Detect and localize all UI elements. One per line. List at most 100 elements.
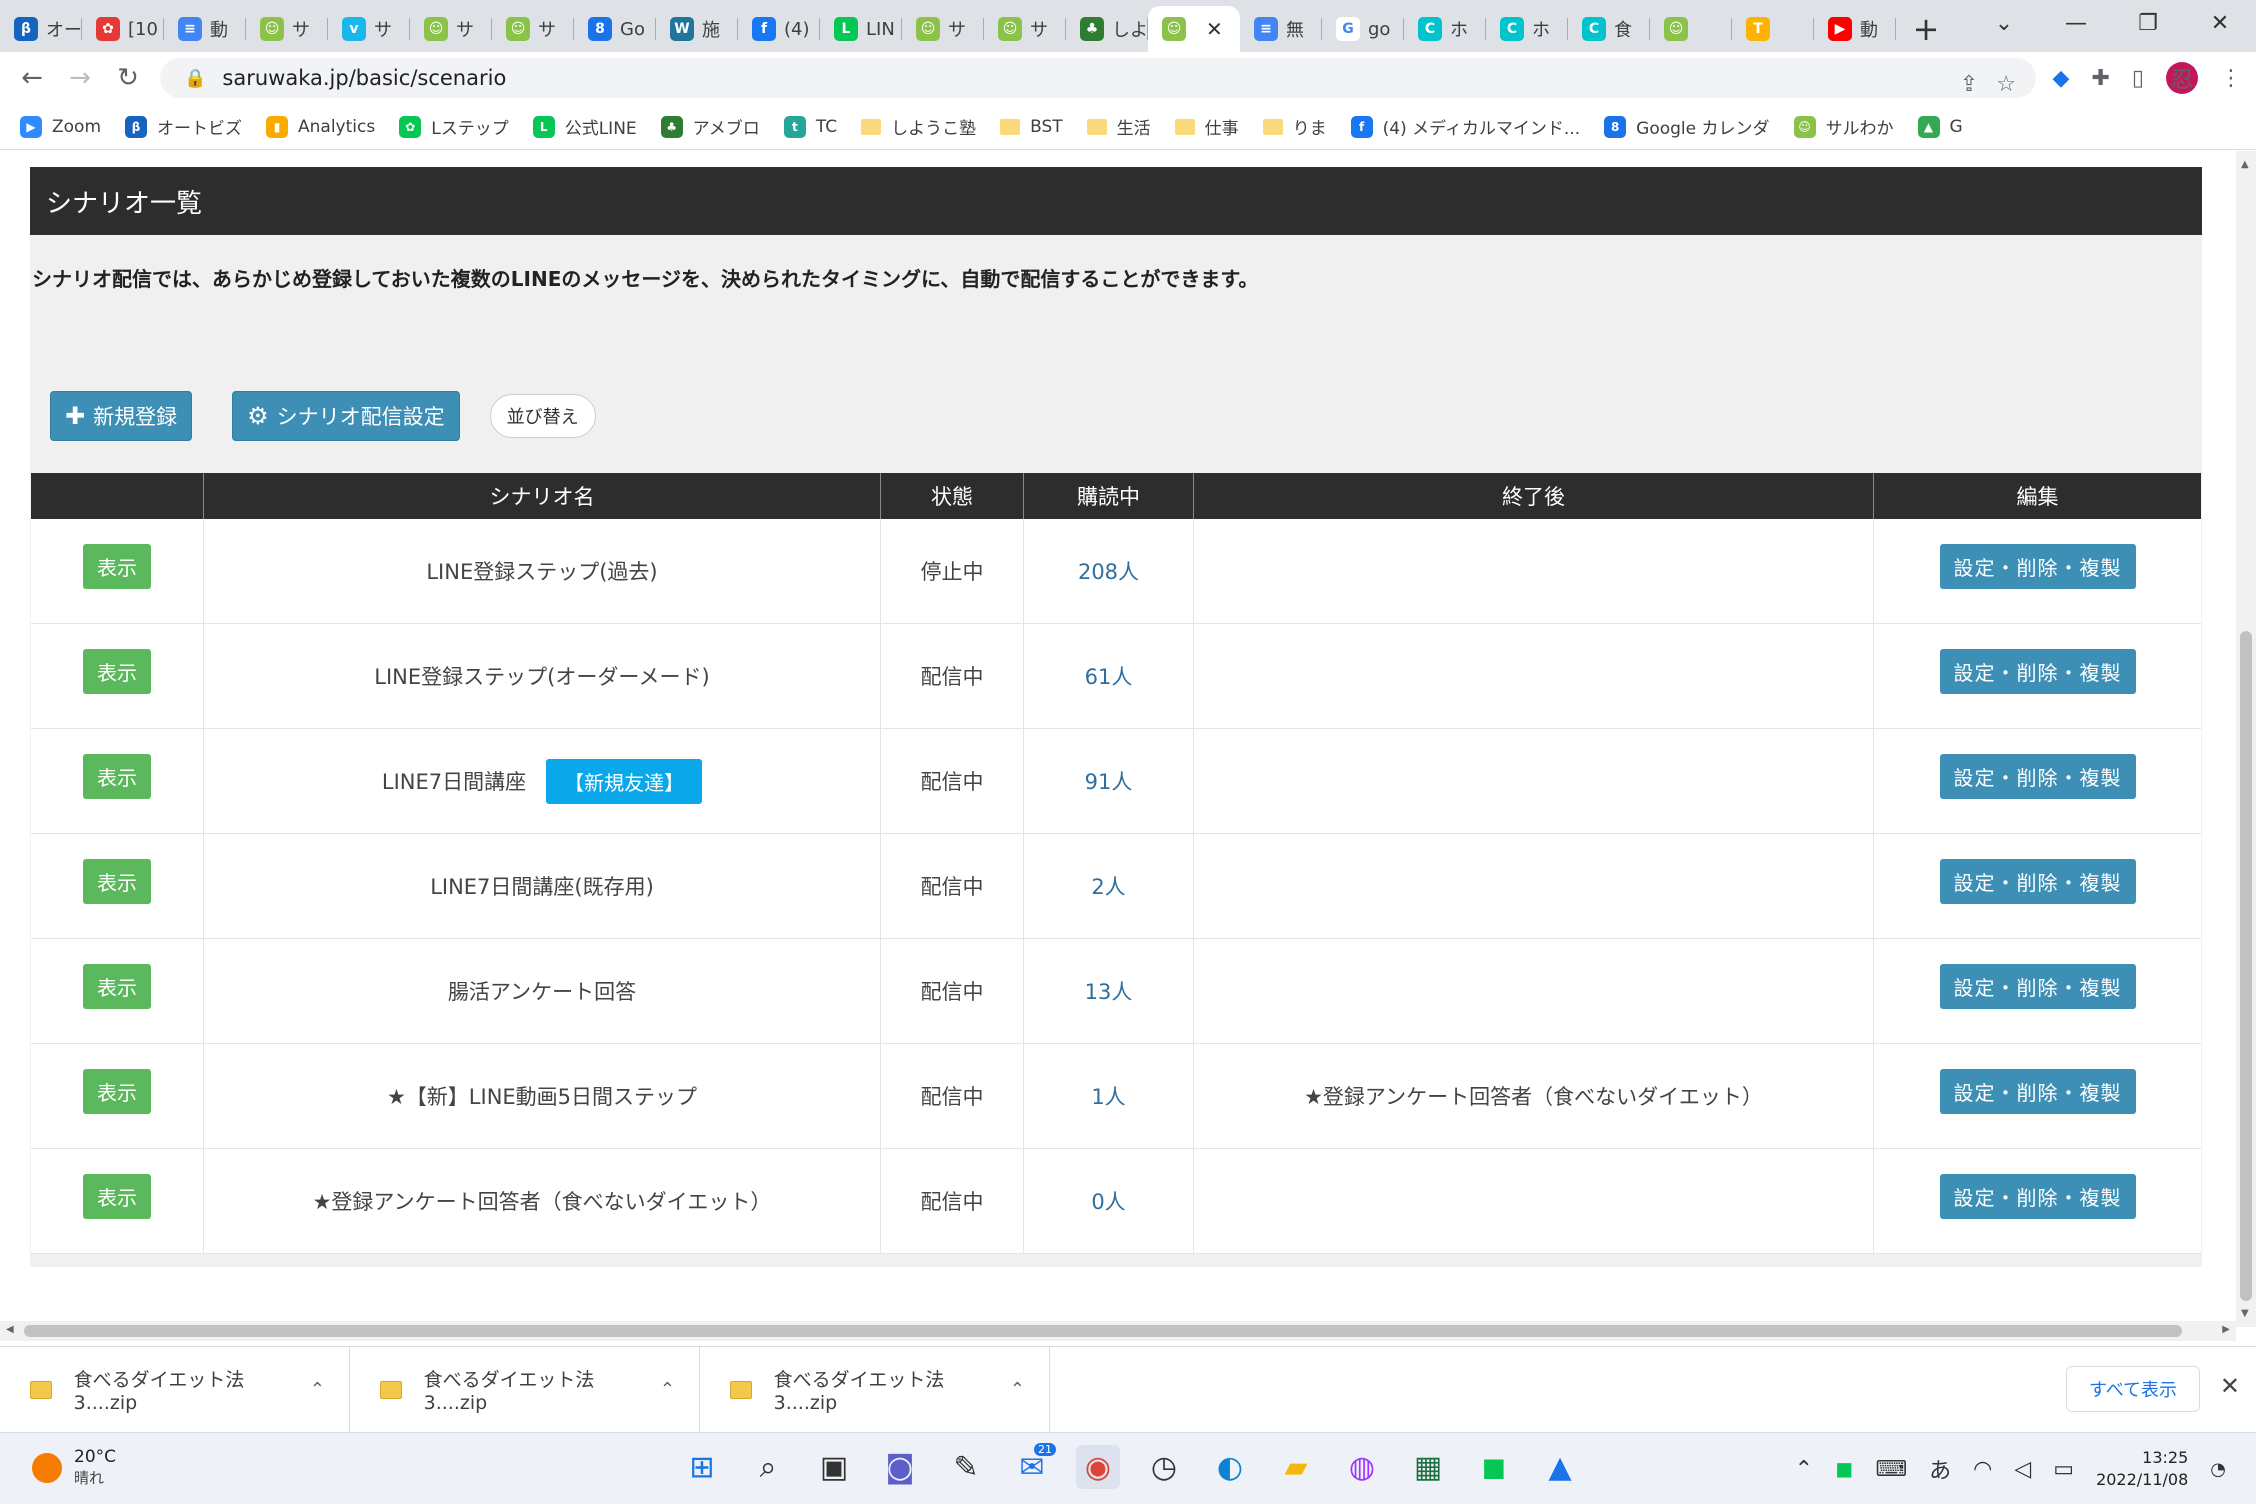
ime-indicator[interactable]: あ <box>1929 1453 1951 1485</box>
browser-tab[interactable]: T <box>1732 6 1814 52</box>
browser-tab[interactable]: ☺ サ <box>984 6 1066 52</box>
bookmark-item[interactable]: 生活 <box>1086 114 1151 139</box>
view-button[interactable]: 表示 <box>83 858 151 904</box>
bookmark-item[interactable]: りま <box>1262 114 1327 139</box>
browser-tab[interactable]: ☺ サ <box>492 6 574 52</box>
chevron-up-icon[interactable]: ⌃ <box>660 1379 675 1400</box>
chrome-icon[interactable]: ◉ <box>1076 1445 1120 1489</box>
tab-search-icon[interactable]: ⌄ <box>1968 0 2040 46</box>
scroll-right-icon[interactable]: ▶ <box>2222 1324 2230 1335</box>
edit-button[interactable]: 設定・削除・複製 <box>1939 1173 2136 1219</box>
view-button[interactable]: 表示 <box>83 1068 151 1114</box>
chevron-up-icon[interactable]: ⌃ <box>1795 1457 1813 1482</box>
browser-tab[interactable]: L LIN <box>820 6 902 52</box>
avatar[interactable]: 忍 <box>2166 62 2198 94</box>
vertical-scroll-thumb[interactable] <box>2240 631 2252 1301</box>
edit-button[interactable]: 設定・削除・複製 <box>1939 543 2136 589</box>
volume-icon[interactable]: ◁ <box>2014 1457 2031 1482</box>
scroll-down-icon[interactable]: ▼ <box>2241 1308 2249 1319</box>
browser-tab[interactable]: ≡ 無 <box>1240 6 1322 52</box>
menu-icon[interactable]: ⋮ <box>2220 66 2242 91</box>
bookmark-item[interactable]: 8 Google カレンダ <box>1604 114 1770 139</box>
vertical-scrollbar[interactable]: ▲ ▼ <box>2236 151 2256 1327</box>
extension-icon[interactable]: ◆ <box>2053 66 2070 91</box>
notification-icon[interactable]: ◔ <box>2210 1459 2226 1480</box>
wifi-icon[interactable]: ◠ <box>1973 1457 1992 1482</box>
file-explorer-icon[interactable]: ▰ <box>1274 1445 1318 1489</box>
bookmark-item[interactable]: ▮ Analytics <box>266 115 375 138</box>
search-icon[interactable]: ⌕ <box>746 1445 790 1489</box>
browser-tab[interactable]: f (4) <box>738 6 820 52</box>
chevron-up-icon[interactable]: ⌃ <box>310 1379 325 1400</box>
scroll-up-icon[interactable]: ▲ <box>2241 159 2249 170</box>
subscriber-count-link[interactable]: 0人 <box>1091 1186 1125 1216</box>
close-tab-icon[interactable]: ✕ <box>1206 17 1223 41</box>
edit-button[interactable]: 設定・削除・複製 <box>1939 1068 2136 1114</box>
clock-app-icon[interactable]: ◷ <box>1142 1445 1186 1489</box>
subscriber-count-link[interactable]: 2人 <box>1091 871 1125 901</box>
close-downloads-icon[interactable]: ✕ <box>2220 1372 2240 1400</box>
subscriber-count-link[interactable]: 61人 <box>1085 661 1133 691</box>
line-tray-icon[interactable]: ◼ <box>1835 1457 1853 1482</box>
edit-button[interactable]: 設定・削除・複製 <box>1939 963 2136 1009</box>
bookmark-item[interactable]: ✿ Lステップ <box>399 114 509 139</box>
chat-icon[interactable]: ◙ <box>878 1445 922 1489</box>
show-all-downloads-button[interactable]: すべて表示 <box>2065 1366 2200 1412</box>
bookmark-item[interactable]: ♣ アメブロ <box>660 114 760 139</box>
view-button[interactable]: 表示 <box>83 648 151 694</box>
download-item[interactable]: 食べるダイエット法 3....zip ⌃ <box>700 1346 1050 1433</box>
bookmark-item[interactable]: ☺ サルわか <box>1793 114 1894 139</box>
bookmark-item[interactable]: 仕事 <box>1174 114 1239 139</box>
photos-icon[interactable]: ▲ <box>1538 1445 1582 1489</box>
battery-icon[interactable]: ▭ <box>2053 1457 2074 1482</box>
excel-icon[interactable]: ▦ <box>1406 1445 1450 1489</box>
bookmark-item[interactable]: L 公式LINE <box>532 114 637 139</box>
clock[interactable]: 13:25 2022/11/08 <box>2096 1447 2188 1491</box>
keyboard-icon[interactable]: ⌨ <box>1875 1457 1907 1482</box>
notepad-icon[interactable]: ✎ <box>944 1445 988 1489</box>
browser-tab[interactable]: ☺ サ <box>902 6 984 52</box>
browser-tab[interactable]: vサ <box>328 6 410 52</box>
edit-button[interactable]: 設定・削除・複製 <box>1939 858 2136 904</box>
share-icon[interactable]: ⇪ <box>1960 72 1978 97</box>
forward-button[interactable]: → <box>56 52 104 104</box>
line-app-icon[interactable]: ◼ <box>1472 1445 1516 1489</box>
scenario-settings-button[interactable]: ⚙ シナリオ配信設定 <box>232 391 460 441</box>
browser-tab[interactable]: ☺ サ <box>246 6 328 52</box>
browser-tab[interactable]: W施 <box>656 6 738 52</box>
download-item[interactable]: 食べるダイエット法 3....zip ⌃ <box>350 1346 700 1433</box>
side-panel-icon[interactable]: ▯ <box>2132 66 2144 91</box>
edge-icon[interactable]: ◐ <box>1208 1445 1252 1489</box>
subscriber-count-link[interactable]: 1人 <box>1091 1081 1125 1111</box>
download-item[interactable]: 食べるダイエット法 3....zip ⌃ <box>0 1346 350 1433</box>
messenger-icon[interactable]: ◍ <box>1340 1445 1384 1489</box>
close-window-button[interactable]: ✕ <box>2184 0 2256 46</box>
lock-icon[interactable]: 🔒 <box>184 68 206 89</box>
horizontal-scroll-thumb[interactable] <box>24 1325 2182 1337</box>
subscriber-count-link[interactable]: 91人 <box>1085 766 1133 796</box>
weather-widget[interactable]: 20°C 晴れ <box>32 1447 116 1488</box>
browser-tab[interactable]: Cホ <box>1404 6 1486 52</box>
view-button[interactable]: 表示 <box>83 963 151 1009</box>
start-icon[interactable]: ⊞ <box>680 1445 724 1489</box>
new-tab-button[interactable]: + <box>1896 6 1956 52</box>
subscriber-count-link[interactable]: 208人 <box>1078 556 1139 586</box>
chevron-up-icon[interactable]: ⌃ <box>1010 1379 1025 1400</box>
bookmark-item[interactable]: BST <box>1000 117 1063 137</box>
puzzle-icon[interactable]: ✚ <box>2091 66 2109 91</box>
bookmark-star-icon[interactable]: ☆ <box>1996 72 2016 97</box>
address-bar[interactable]: 🔒 saruwaka.jp/basic/scenario ⇪ ☆ <box>160 58 2036 98</box>
browser-tab[interactable]: C食 <box>1568 6 1650 52</box>
sort-button[interactable]: 並び替え <box>489 394 596 438</box>
edit-button[interactable]: 設定・削除・複製 <box>1939 648 2136 694</box>
minimize-button[interactable]: — <box>2040 0 2112 46</box>
bookmark-item[interactable]: ▶ Zoom <box>20 115 101 138</box>
back-button[interactable]: ← <box>8 52 56 104</box>
horizontal-scrollbar[interactable]: ◀ ▶ <box>0 1321 2236 1341</box>
view-button[interactable]: 表示 <box>83 1173 151 1219</box>
browser-tab[interactable]: ☺ <box>1650 6 1732 52</box>
mail-icon[interactable]: ✉ 21 <box>1010 1443 1056 1489</box>
edit-button[interactable]: 設定・削除・複製 <box>1939 753 2136 799</box>
browser-tab[interactable]: ☺ サ <box>410 6 492 52</box>
view-button[interactable]: 表示 <box>83 543 151 589</box>
